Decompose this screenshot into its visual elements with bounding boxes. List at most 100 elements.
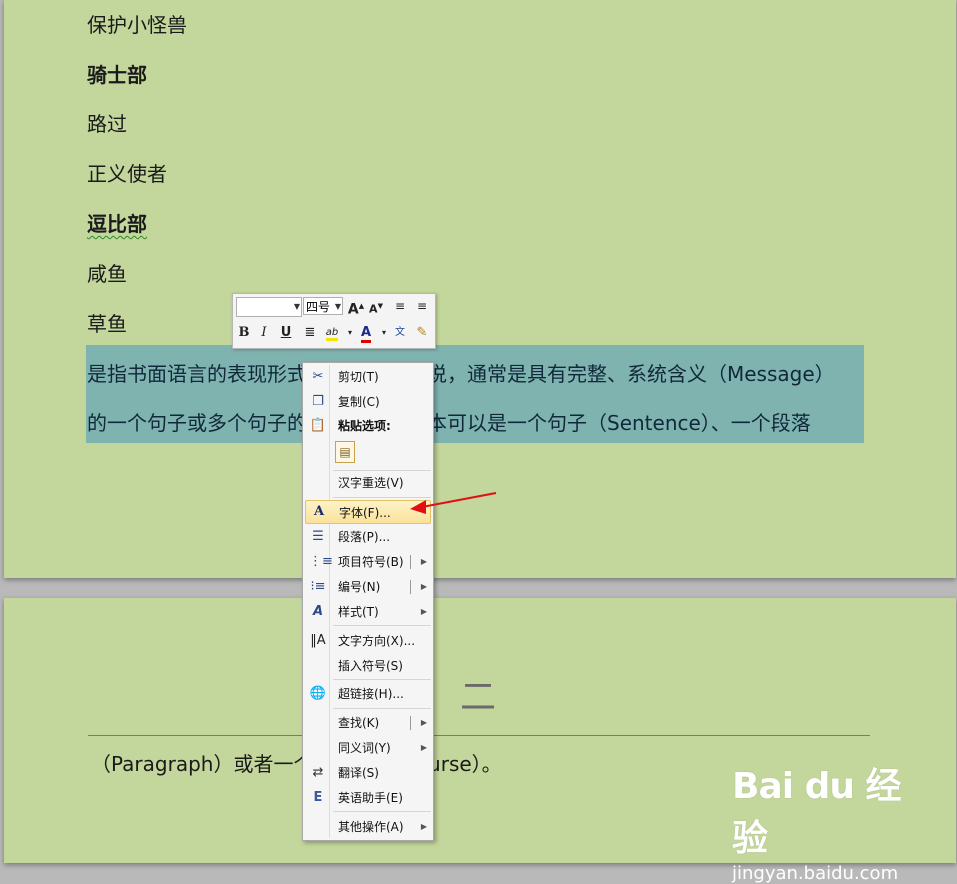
split-divider (410, 555, 411, 569)
phonetic-guide-button[interactable]: 文 (391, 322, 409, 344)
submenu-arrow-icon: ▶ (420, 607, 427, 616)
doc-line[interactable]: 路过 (87, 108, 127, 137)
menu-item-insert-symbol[interactable]: 插入符号(S) (305, 655, 431, 677)
menu-item-label: 段落(P)... (338, 530, 391, 544)
submenu-arrow-icon[interactable]: ▶ (421, 551, 427, 573)
baidu-jingyan-watermark: Bai du 经验 jingyan.baidu.com (732, 757, 932, 884)
menu-item-paragraph[interactable]: ☰ 段落(P)... (305, 526, 431, 548)
format-painter-icon: ✎ (416, 325, 428, 340)
increase-indent-button[interactable]: ≡ (413, 296, 431, 316)
menu-item-reconvert[interactable]: 汉字重选(V) (305, 472, 431, 494)
english-assistant-icon: E (313, 790, 323, 805)
text-direction-icon: ‖A (310, 633, 326, 648)
doc-heading[interactable]: 骑士部 (87, 59, 147, 88)
menu-item-label: 剪切(T) (338, 370, 379, 384)
underline-button[interactable]: U (277, 322, 295, 344)
menu-item-label: 其他操作(A) (338, 820, 404, 834)
paragraph-icon: ☰ (312, 529, 324, 544)
baidu-logo: Bai du 经验 (732, 766, 902, 859)
doc-line[interactable]: 草鱼 (87, 308, 127, 337)
italic-button[interactable]: I (255, 322, 273, 344)
menu-item-label: 英语助手(E) (338, 791, 403, 805)
menu-separator (333, 708, 431, 709)
bullets-icon: ⋮≡ (309, 554, 333, 569)
split-divider (410, 580, 411, 594)
header-rule (88, 735, 870, 736)
doc-line[interactable]: （Paragraph）或者一个篇章（Discourse）。 (91, 748, 502, 777)
hyperlink-icon: 🌐 (309, 686, 327, 701)
menu-item-label: 复制(C) (338, 395, 380, 409)
font-size-box[interactable]: 四号 ▼ (303, 297, 343, 315)
menu-item-translate[interactable]: ⇄ 翻译(S) (305, 762, 431, 784)
styles-icon: A (312, 604, 324, 619)
menu-item-label: 翻译(S) (338, 766, 379, 780)
menu-item-label: 同义词(Y) (338, 741, 391, 755)
paste-text-only-icon: ▤ (335, 441, 355, 463)
doc-line[interactable]: 咸鱼 (87, 258, 127, 287)
menu-separator (333, 497, 431, 498)
doc-heading[interactable]: 逗比部 (87, 208, 147, 237)
menu-item-styles[interactable]: A 样式(T) ▶ (305, 601, 431, 623)
menu-item-copy[interactable]: ❐ 复制(C) (305, 391, 431, 413)
menu-item-more-actions[interactable]: 其他操作(A) ▶ (305, 816, 431, 838)
font-color-button[interactable]: A (357, 322, 375, 344)
menu-item-label: 超链接(H)... (338, 687, 404, 701)
numbering-icon: ⁝≡ (310, 579, 326, 594)
paste-icon: 📋 (309, 418, 327, 433)
dropdown-arrow-icon: ▼ (334, 302, 341, 311)
submenu-arrow-icon: ▶ (420, 743, 427, 752)
menu-item-synonyms[interactable]: 同义词(Y) ▶ (305, 737, 431, 759)
menu-item-bullets[interactable]: ⋮≡ 项目符号(B) ▶ (305, 551, 431, 573)
menu-item-cut[interactable]: ✂ 剪切(T) (305, 366, 431, 388)
shrink-font-icon: A (369, 302, 378, 316)
doc-line[interactable]: 正义使者 (87, 158, 167, 187)
phonetic-guide-icon: 文 (395, 327, 405, 338)
page-number: 二 (460, 677, 497, 718)
menu-item-label: 查找(K) (338, 716, 380, 730)
grow-font-icon: A (347, 301, 359, 318)
font-color-icon: A (360, 325, 372, 343)
translate-icon: ⇄ (312, 765, 324, 780)
center-align-icon: ≣ (304, 325, 316, 340)
submenu-arrow-icon[interactable]: ▶ (421, 712, 427, 734)
paste-keep-text-only-button[interactable]: ▤ (305, 440, 431, 466)
decrease-indent-button[interactable]: ≡ (391, 296, 409, 316)
increase-indent-icon: ≡ (416, 299, 428, 313)
menu-separator (333, 470, 431, 471)
font-size-value: 四号 (306, 300, 331, 314)
doc-line[interactable]: 保护小怪兽 (87, 9, 187, 38)
menu-item-label: 汉字重选(V) (338, 476, 404, 490)
menu-item-font[interactable]: A 字体(F)... (305, 500, 431, 524)
selected-text-line[interactable]: 的一个句子或多个句子的组合。一个文本可以是一个句子（Sentence）、一个段落 (87, 407, 811, 436)
submenu-arrow-icon[interactable]: ▶ (421, 576, 427, 598)
menu-separator (333, 625, 431, 626)
copy-icon: ❐ (312, 394, 324, 409)
menu-item-label: 编号(N) (338, 580, 381, 594)
menu-item-label: 插入符号(S) (338, 659, 403, 673)
font-name-box[interactable]: ▼ (236, 297, 302, 317)
submenu-arrow-icon: ▶ (420, 822, 427, 831)
menu-item-label: 字体(F)... (339, 506, 391, 520)
menu-item-label: 文字方向(X)... (338, 634, 416, 648)
menu-item-find[interactable]: 查找(K) ▶ (305, 712, 431, 734)
grow-font-button[interactable]: A▲ (347, 296, 365, 318)
scissors-icon: ✂ (312, 369, 324, 384)
highlighter-icon: ab (325, 327, 339, 341)
menu-item-hyperlink[interactable]: 🌐 超链接(H)... (305, 683, 431, 705)
watermark-url: jingyan.baidu.com (732, 863, 899, 884)
menu-separator (333, 811, 431, 812)
highlight-button[interactable]: ab (323, 322, 341, 344)
format-painter-button[interactable]: ✎ (413, 322, 431, 344)
mini-toolbar: ▼ 四号 ▼ A▲ A▼ ≡ ≡ B I U ≣ ab ▾ A ▾ 文 ✎ (232, 293, 436, 349)
menu-item-label: 样式(T) (338, 605, 379, 619)
center-align-button[interactable]: ≣ (301, 322, 319, 344)
selected-text-line[interactable]: 是指书面语言的表现形式，从文本角度说，通常是具有完整、系统含义（Message） (87, 358, 835, 387)
menu-separator (333, 679, 431, 680)
menu-item-english-assistant[interactable]: E 英语助手(E) (305, 787, 431, 809)
menu-item-text-direction[interactable]: ‖A 文字方向(X)... (305, 630, 431, 652)
menu-item-numbering[interactable]: ⁝≡ 编号(N) ▶ (305, 576, 431, 598)
shrink-font-button[interactable]: A▼ (367, 296, 385, 316)
dropdown-arrow-icon: ▼ (293, 302, 300, 311)
menu-item-paste-options: 📋 粘贴选项: (305, 415, 431, 437)
bold-button[interactable]: B (235, 322, 253, 344)
